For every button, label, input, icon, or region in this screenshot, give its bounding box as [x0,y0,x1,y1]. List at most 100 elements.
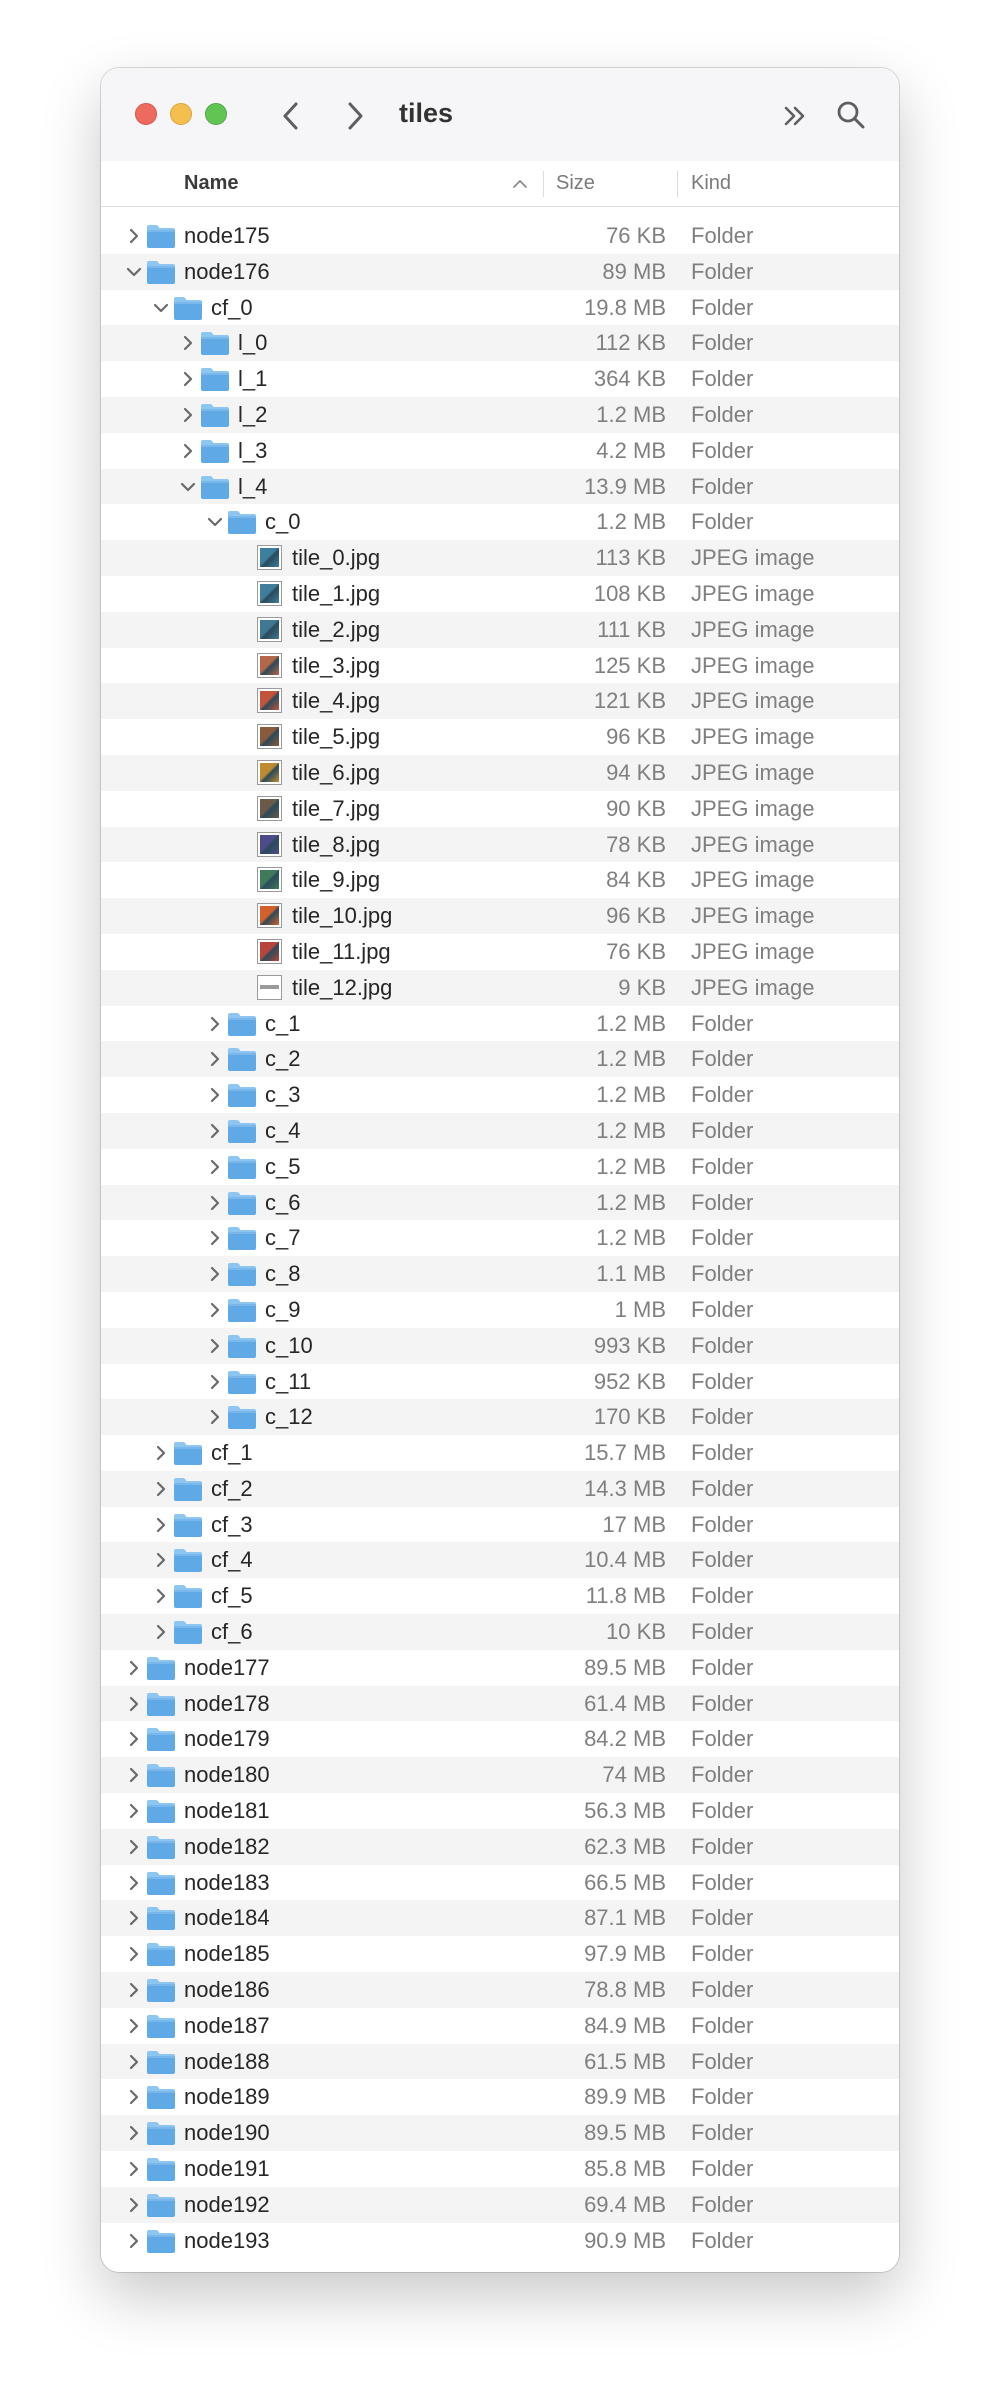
disclosure-collapsed-icon[interactable] [205,1085,225,1105]
file-row[interactable]: tile_1.jpg 108 KB JPEG image [101,576,899,612]
disclosure-collapsed-icon[interactable] [124,1765,144,1785]
column-kind-header[interactable]: Kind [691,161,731,206]
folder-row[interactable]: cf_1 15.7 MB Folder [101,1435,899,1471]
folder-row[interactable]: c_8 1.1 MB Folder [101,1256,899,1292]
disclosure-expanded-icon[interactable] [124,262,144,282]
folder-row[interactable]: node183 66.5 MB Folder [101,1865,899,1901]
forward-button[interactable] [337,98,373,134]
folder-row[interactable]: l_3 4.2 MB Folder [101,433,899,469]
more-toolbar-button[interactable] [777,98,813,134]
folder-row[interactable]: c_0 1.2 MB Folder [101,504,899,540]
disclosure-collapsed-icon[interactable] [178,369,198,389]
folder-row[interactable]: node192 69.4 MB Folder [101,2186,899,2223]
disclosure-collapsed-icon[interactable] [124,2159,144,2179]
disclosure-collapsed-icon[interactable] [124,1801,144,1821]
disclosure-collapsed-icon[interactable] [151,1443,171,1463]
folder-row[interactable]: node182 62.3 MB Folder [101,1828,899,1865]
disclosure-collapsed-icon[interactable] [205,1157,225,1177]
disclosure-collapsed-icon[interactable] [178,405,198,425]
disclosure-collapsed-icon[interactable] [124,2195,144,2215]
disclosure-collapsed-icon[interactable] [124,2052,144,2072]
folder-row[interactable]: node178 61.4 MB Folder [101,1685,899,1722]
folder-row[interactable]: cf_3 17 MB Folder [101,1507,899,1543]
file-row[interactable]: tile_10.jpg 96 KB JPEG image [101,898,899,934]
folder-row[interactable]: c_1 1.2 MB Folder [101,1006,899,1042]
column-name-header[interactable]: Name [184,161,238,206]
disclosure-collapsed-icon[interactable] [151,1479,171,1499]
folder-row[interactable]: l_1 364 KB Folder [101,361,899,397]
disclosure-collapsed-icon[interactable] [205,1121,225,1141]
disclosure-expanded-icon[interactable] [151,298,171,318]
disclosure-collapsed-icon[interactable] [151,1586,171,1606]
file-row[interactable]: tile_3.jpg 125 KB JPEG image [101,648,899,684]
folder-row[interactable]: node179 84.2 MB Folder [101,1721,899,1757]
folder-row[interactable]: cf_0 19.8 MB Folder [101,290,899,326]
disclosure-collapsed-icon[interactable] [124,1694,144,1714]
folder-row[interactable]: cf_4 10.4 MB Folder [101,1542,899,1579]
file-row[interactable]: tile_12.jpg 9 KB JPEG image [101,969,899,1006]
close-button[interactable] [135,103,157,125]
disclosure-collapsed-icon[interactable] [151,1550,171,1570]
disclosure-collapsed-icon[interactable] [205,1264,225,1284]
column-divider[interactable] [677,171,678,197]
disclosure-collapsed-icon[interactable] [178,333,198,353]
folder-row[interactable]: node191 85.8 MB Folder [101,2151,899,2187]
folder-row[interactable]: c_5 1.2 MB Folder [101,1149,899,1185]
folder-row[interactable]: node180 74 MB Folder [101,1757,899,1794]
folder-row[interactable]: node176 89 MB Folder [101,253,899,290]
folder-row[interactable]: node186 78.8 MB Folder [101,1972,899,2008]
zoom-button[interactable] [205,103,227,125]
file-row[interactable]: tile_7.jpg 90 KB JPEG image [101,791,899,827]
folder-row[interactable]: cf_6 10 KB Folder [101,1614,899,1650]
folder-row[interactable]: l_4 13.9 MB Folder [101,468,899,505]
folder-row[interactable]: node185 97.9 MB Folder [101,1936,899,1972]
disclosure-collapsed-icon[interactable] [124,2016,144,2036]
disclosure-collapsed-icon[interactable] [205,1336,225,1356]
folder-row[interactable]: node187 84.9 MB Folder [101,2008,899,2044]
back-button[interactable] [273,98,309,134]
disclosure-collapsed-icon[interactable] [205,1049,225,1069]
file-row[interactable]: tile_0.jpg 113 KB JPEG image [101,540,899,576]
disclosure-collapsed-icon[interactable] [124,1837,144,1857]
disclosure-collapsed-icon[interactable] [124,226,144,246]
disclosure-collapsed-icon[interactable] [124,1908,144,1928]
file-row[interactable]: tile_2.jpg 111 KB JPEG image [101,611,899,648]
file-row[interactable]: tile_5.jpg 96 KB JPEG image [101,719,899,755]
disclosure-collapsed-icon[interactable] [151,1622,171,1642]
disclosure-collapsed-icon[interactable] [124,1980,144,2000]
folder-row[interactable]: l_2 1.2 MB Folder [101,396,899,433]
folder-row[interactable]: c_11 952 KB Folder [101,1364,899,1400]
disclosure-expanded-icon[interactable] [205,512,225,532]
disclosure-collapsed-icon[interactable] [205,1228,225,1248]
disclosure-collapsed-icon[interactable] [205,1372,225,1392]
folder-row[interactable]: c_12 170 KB Folder [101,1399,899,1436]
disclosure-collapsed-icon[interactable] [124,1729,144,1749]
folder-row[interactable]: node181 56.3 MB Folder [101,1793,899,1829]
disclosure-collapsed-icon[interactable] [205,1300,225,1320]
folder-row[interactable]: node189 89.9 MB Folder [101,2079,899,2115]
disclosure-collapsed-icon[interactable] [205,1407,225,1427]
file-row[interactable]: tile_11.jpg 76 KB JPEG image [101,934,899,970]
search-button[interactable] [833,97,869,133]
folder-row[interactable]: c_9 1 MB Folder [101,1292,899,1328]
disclosure-collapsed-icon[interactable] [205,1014,225,1034]
disclosure-collapsed-icon[interactable] [124,1658,144,1678]
folder-row[interactable]: c_10 993 KB Folder [101,1327,899,1364]
file-row[interactable]: tile_9.jpg 84 KB JPEG image [101,862,899,898]
folder-row[interactable]: node190 89.5 MB Folder [101,2115,899,2152]
folder-row[interactable]: node193 90.9 MB Folder [101,2223,899,2259]
file-row[interactable]: tile_4.jpg 121 KB JPEG image [101,683,899,720]
disclosure-collapsed-icon[interactable] [124,1873,144,1893]
disclosure-collapsed-icon[interactable] [124,1944,144,1964]
disclosure-expanded-icon[interactable] [178,477,198,497]
folder-row[interactable]: c_6 1.2 MB Folder [101,1184,899,1221]
disclosure-collapsed-icon[interactable] [124,2123,144,2143]
file-row[interactable]: tile_6.jpg 94 KB JPEG image [101,754,899,791]
folder-row[interactable]: l_0 112 KB Folder [101,325,899,362]
folder-row[interactable]: node184 87.1 MB Folder [101,1900,899,1937]
folder-row[interactable]: node188 61.5 MB Folder [101,2043,899,2080]
folder-row[interactable]: c_7 1.2 MB Folder [101,1220,899,1256]
disclosure-collapsed-icon[interactable] [205,1193,225,1213]
folder-row[interactable]: c_2 1.2 MB Folder [101,1041,899,1078]
folder-row[interactable]: cf_5 11.8 MB Folder [101,1578,899,1614]
